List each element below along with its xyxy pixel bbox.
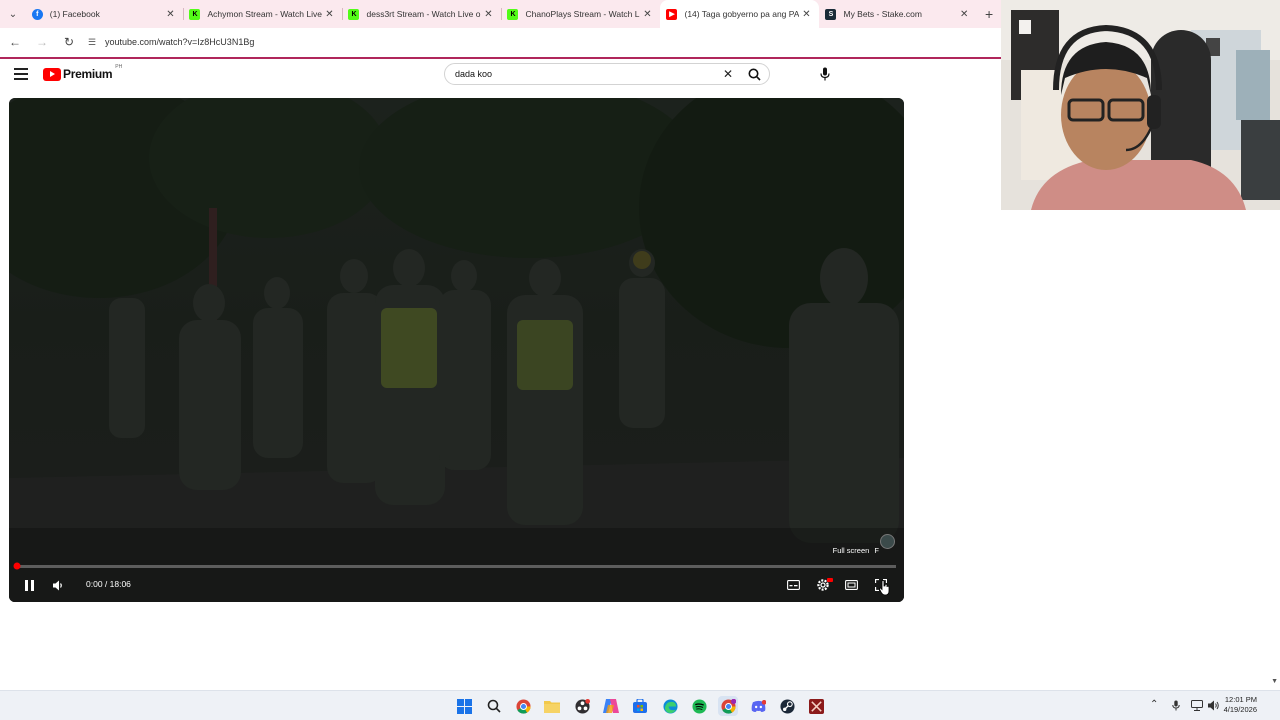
browser-toolbar: ← → ↻ ☰ youtube.com/watch?v=Iz8HcU3N1Bg [0, 28, 1001, 56]
channel-watermark-icon[interactable] [880, 534, 895, 549]
stake-icon: S [825, 8, 837, 20]
kick-icon: K [189, 8, 201, 20]
search-icon [748, 68, 761, 81]
youtube-play-logo-icon [43, 67, 61, 81]
chrome-profile-icon[interactable] [718, 696, 738, 716]
show-hidden-icons-chevron-icon[interactable]: ⌃ [1150, 699, 1158, 710]
obs-icon[interactable] [572, 696, 592, 716]
mouse-cursor-icon [879, 580, 890, 596]
windows-taskbar: ⌃ 12:01 PM 4/19/2026 [0, 690, 1280, 720]
volume-tray-icon[interactable] [1208, 700, 1220, 711]
youtube-icon: ▶ [666, 8, 678, 20]
region-code: PH [115, 64, 123, 70]
fullscreen-tooltip: Full screen F [833, 546, 879, 555]
tab-dess3rt-stream[interactable]: K dess3rt Stream - Watch Live on ✕ [342, 0, 503, 28]
pause-button[interactable] [20, 576, 38, 594]
tab-close-icon[interactable]: ✕ [322, 9, 336, 20]
logo-text: Premium [63, 67, 113, 81]
voice-search-button[interactable] [814, 64, 836, 84]
fullscreen-tooltip-key: F [874, 546, 879, 555]
network-icon[interactable] [1191, 700, 1203, 711]
screen: ⌄ f (1) Facebook ✕ K Achymon Stream - Wa… [0, 0, 1280, 720]
windows-start-icon[interactable] [454, 696, 474, 716]
site-info-icon[interactable]: ☰ [85, 37, 99, 48]
facebook-icon: f [31, 8, 43, 20]
tab-chanoplays-stream[interactable]: K ChanoPlays Stream - Watch Liv ✕ [501, 0, 660, 28]
search-box: dada koo ✕ [444, 63, 770, 85]
theater-mode-button[interactable] [842, 576, 860, 594]
time-display: 0:00 / 18:06 [86, 579, 131, 589]
clock-date: 4/19/2026 [1223, 705, 1257, 714]
tab-search-chevron-icon[interactable]: ⌄ [0, 0, 26, 28]
youtube-premium-logo[interactable]: Premium PH [43, 64, 123, 81]
scroll-down-arrow-icon[interactable]: ▼ [1271, 678, 1278, 685]
tab-title: Achymon Stream - Watch Live o [207, 9, 323, 19]
kick-icon: K [507, 8, 519, 20]
url-text: youtube.com/watch?v=Iz8HcU3N1Bg [105, 37, 255, 47]
clear-search-icon[interactable]: ✕ [717, 67, 739, 81]
address-bar[interactable]: ☰ youtube.com/watch?v=Iz8HcU3N1Bg [85, 31, 1001, 53]
kick-icon: K [348, 8, 360, 20]
store-icon[interactable] [630, 696, 650, 716]
tab-close-icon[interactable]: ✕ [957, 9, 971, 20]
video-frame [9, 98, 904, 602]
spotify-icon[interactable] [689, 696, 709, 716]
webcam-overlay [1001, 0, 1280, 210]
microphone-icon [820, 67, 830, 81]
pause-icon [24, 579, 34, 591]
hamburger-menu-icon[interactable] [14, 68, 28, 80]
tab-facebook[interactable]: f (1) Facebook ✕ [26, 0, 185, 28]
tab-close-icon[interactable]: ✕ [799, 9, 813, 20]
app-icon[interactable] [806, 696, 826, 716]
tab-title: ChanoPlays Stream - Watch Liv [525, 9, 641, 19]
chrome-icon[interactable] [513, 696, 533, 716]
tab-title: (1) Facebook [49, 9, 100, 19]
discord-icon[interactable] [748, 696, 768, 716]
progress-scrubber [13, 562, 21, 570]
tab-close-icon[interactable]: ✕ [640, 9, 654, 20]
tab-title: (14) Taga gobyerno pa ang PAS [684, 9, 800, 19]
settings-button[interactable] [813, 575, 833, 595]
search-input[interactable]: dada koo [445, 69, 717, 79]
tab-youtube-video[interactable]: ▶ (14) Taga gobyerno pa ang PAS ✕ [660, 0, 820, 28]
fullscreen-tooltip-text: Full screen [832, 546, 870, 555]
video-player[interactable]: 0:00 / 18:06 Full screen F [9, 98, 904, 602]
tab-title: My Bets - Stake.com [843, 9, 922, 19]
forward-arrow-icon[interactable]: → [30, 30, 54, 54]
search-icon[interactable] [484, 696, 504, 716]
hd-badge [827, 578, 833, 582]
clock-time: 12:01 PM [1224, 695, 1257, 704]
tab-title: dess3rt Stream - Watch Live on [366, 9, 482, 19]
mute-button[interactable] [49, 576, 67, 594]
reload-icon[interactable]: ↻ [57, 30, 81, 54]
tab-close-icon[interactable]: ✕ [481, 9, 495, 20]
subtitles-button[interactable] [784, 576, 802, 594]
edge-icon[interactable] [660, 696, 680, 716]
tab-close-icon[interactable]: ✕ [163, 9, 177, 20]
browser-tab-strip: ⌄ f (1) Facebook ✕ K Achymon Stream - Wa… [0, 0, 1001, 28]
theater-mode-icon [844, 580, 858, 590]
tab-achymon-stream[interactable]: K Achymon Stream - Watch Live o ✕ [183, 0, 344, 28]
microphone-tray-icon[interactable] [1172, 700, 1180, 711]
steam-icon[interactable] [777, 696, 797, 716]
copilot-icon[interactable] [601, 696, 621, 716]
tab-stake-bets[interactable]: S My Bets - Stake.com ✕ [819, 0, 977, 28]
file-explorer-icon[interactable] [542, 696, 562, 716]
new-tab-button[interactable]: + [977, 0, 1001, 28]
back-arrow-icon[interactable]: ← [3, 30, 27, 54]
volume-icon [52, 580, 62, 590]
youtube-header: Premium PH dada koo ✕ [0, 59, 1001, 91]
webcam-feed [1001, 0, 1280, 210]
search-button[interactable] [739, 64, 769, 84]
system-clock[interactable]: 12:01 PM 4/19/2026 [1224, 695, 1257, 715]
subtitles-icon [786, 580, 800, 590]
